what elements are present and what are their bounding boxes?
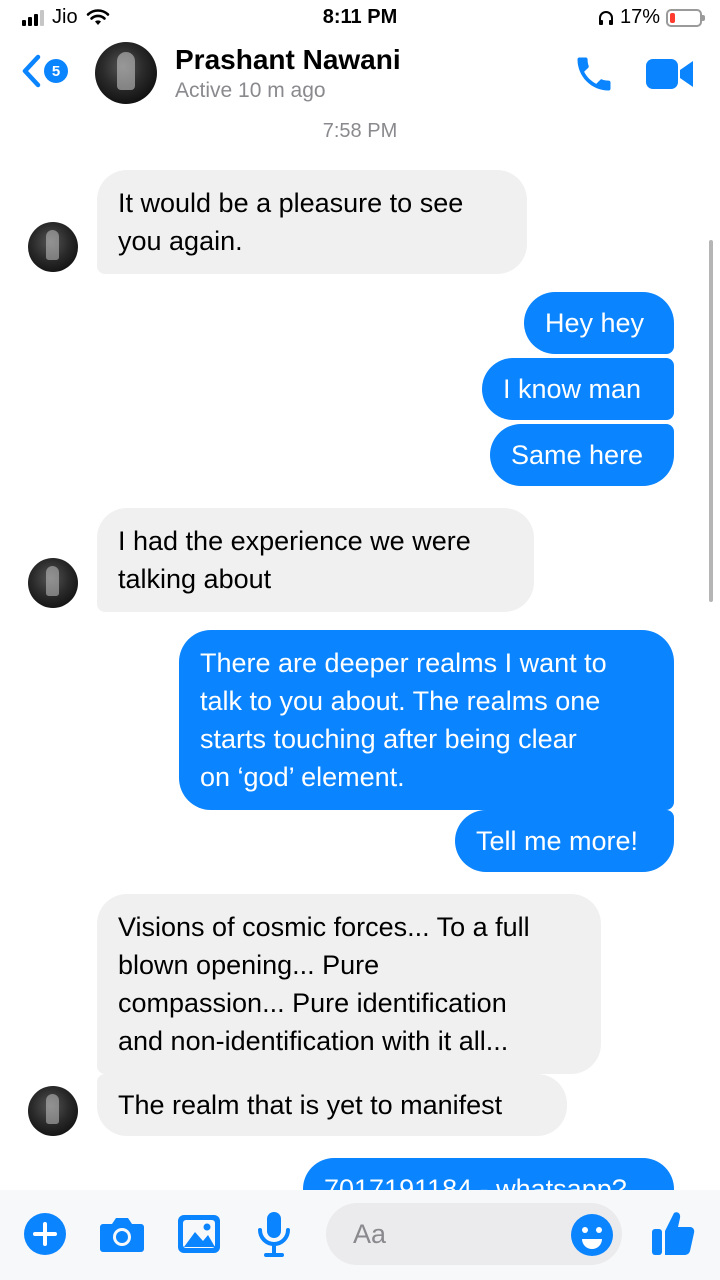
microphone-icon	[258, 1212, 290, 1257]
contact-avatar-small[interactable]	[28, 222, 78, 272]
message-bubble-outgoing[interactable]: Hey hey	[524, 292, 674, 354]
camera-icon	[100, 1218, 144, 1252]
message-bubble-incoming[interactable]: Visions of cosmic forces... To a full bl…	[97, 894, 601, 1074]
phone-icon	[577, 57, 611, 91]
more-actions-button[interactable]	[23, 1212, 67, 1261]
message-bubble-incoming[interactable]: It would be a pleasure to see you again.	[97, 170, 527, 274]
like-button[interactable]	[650, 1209, 696, 1262]
image-icon	[178, 1215, 220, 1253]
photo-gallery-button[interactable]	[177, 1214, 221, 1259]
message-bubble-outgoing[interactable]: There are deeper realms I want to talk t…	[179, 630, 674, 810]
contact-avatar-small[interactable]	[28, 558, 78, 608]
message-bubble-incoming[interactable]: I had the experience we were talking abo…	[97, 508, 534, 612]
message-timestamp: 7:58 PM	[322, 120, 398, 142]
message-bubble-outgoing[interactable]: I know man	[482, 358, 674, 420]
active-status: Active 10 m ago	[175, 79, 326, 102]
unread-badge: 5	[44, 59, 68, 83]
message-bubble-outgoing[interactable]: Same here	[490, 424, 674, 486]
headphones-icon	[598, 10, 613, 25]
emoji-button[interactable]	[570, 1213, 614, 1262]
back-button[interactable]: 5	[20, 54, 68, 88]
thumbs-up-icon	[652, 1212, 695, 1255]
camera-button[interactable]	[99, 1214, 145, 1259]
audio-call-button[interactable]	[572, 52, 616, 101]
contact-name[interactable]: Prashant Nawani	[175, 44, 401, 76]
message-bubble-outgoing[interactable]: Tell me more!	[455, 810, 674, 872]
scrollbar[interactable]	[709, 240, 713, 602]
conversation-header: 5 Prashant Nawani Active 10 m ago	[0, 36, 720, 112]
status-bar: Jio 8:11 PM 17%	[0, 0, 720, 36]
message-bubble-incoming[interactable]: The realm that is yet to manifest	[97, 1074, 567, 1136]
video-camera-icon	[646, 59, 693, 89]
battery-level	[670, 12, 675, 23]
battery-icon	[666, 8, 705, 27]
video-call-button[interactable]	[644, 56, 696, 97]
composer-bar	[0, 1190, 720, 1280]
voice-message-button[interactable]	[256, 1210, 292, 1263]
back-chevron-icon	[22, 54, 41, 88]
battery-percent: 17%	[619, 6, 660, 28]
emoji-icon	[571, 1214, 613, 1256]
contact-avatar-small[interactable]	[28, 1086, 78, 1136]
contact-avatar[interactable]	[95, 42, 157, 104]
plus-icon	[24, 1213, 66, 1255]
